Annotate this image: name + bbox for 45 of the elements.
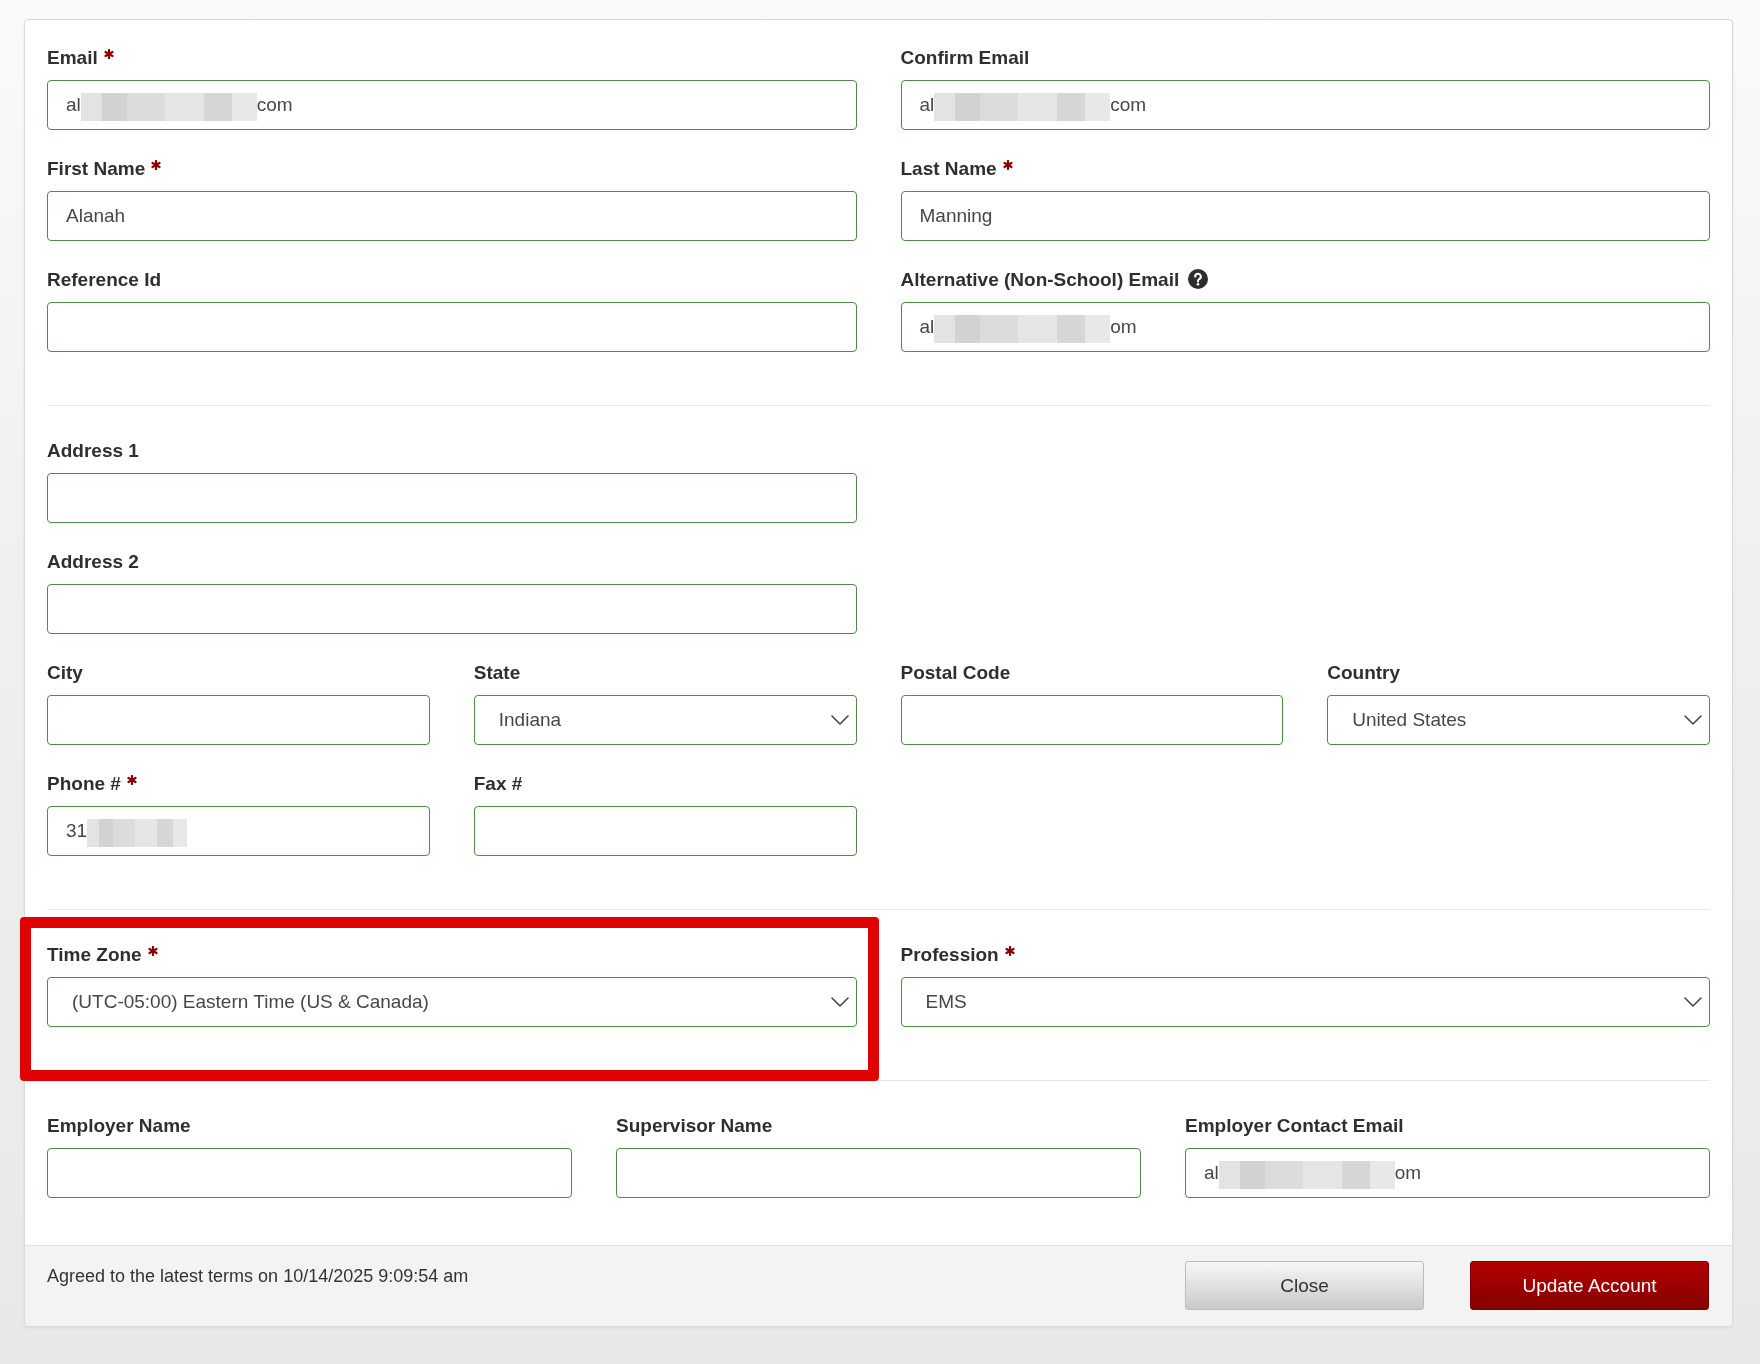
field-label: Reference Id	[47, 268, 162, 292]
chevron-down-icon	[830, 997, 849, 1007]
text-field[interactable]: Alanah	[47, 191, 857, 241]
text-field[interactable]	[900, 695, 1284, 745]
close-button[interactable]: Close	[1185, 1261, 1424, 1310]
field-label: Country	[1327, 661, 1401, 685]
update-account-button[interactable]: Update Account	[1470, 1261, 1709, 1310]
field-label: Email	[47, 46, 98, 70]
text-field[interactable]	[473, 806, 857, 856]
text-field[interactable]	[616, 1148, 1141, 1198]
text-field[interactable]	[47, 473, 857, 523]
field-label: City	[47, 661, 83, 685]
field-label: Employer Contact Email	[1185, 1114, 1404, 1138]
field-label: Employer Name	[47, 1114, 191, 1138]
field-label: Address 2	[47, 550, 139, 574]
chevron-down-icon	[1684, 715, 1702, 725]
field-label: Alternative (Non-School) Email	[900, 268, 1180, 292]
text-field[interactable]	[47, 1148, 572, 1198]
text-field[interactable]	[47, 695, 430, 745]
field-label: Postal Code	[900, 661, 1011, 685]
text-field[interactable]: al om	[1185, 1148, 1710, 1198]
field-label: Phone #	[47, 772, 121, 796]
dropdown[interactable]: Indiana	[473, 695, 857, 745]
chevron-down-icon	[830, 715, 849, 725]
text-field[interactable]: al com	[900, 80, 1710, 130]
text-field[interactable]: al om	[900, 302, 1710, 352]
field-label: State	[473, 661, 521, 685]
dropdown[interactable]: EMS	[900, 977, 1710, 1027]
text-field[interactable]: al com	[47, 80, 857, 130]
field-label: Address 1	[47, 439, 139, 463]
field-label: Time Zone	[47, 943, 142, 967]
terms-text: Agreed to the latest terms on 10/14/2025 9:09:54 am	[47, 1265, 469, 1288]
field-label: Last Name	[900, 157, 997, 181]
dropdown[interactable]: United States	[1327, 695, 1710, 745]
text-field[interactable]: 31	[47, 806, 430, 856]
text-field[interactable]: Manning	[900, 191, 1710, 241]
chevron-down-icon	[1684, 997, 1702, 1007]
field-label: First Name	[47, 157, 146, 181]
field-label: Profession	[900, 943, 999, 967]
text-field[interactable]	[47, 584, 857, 634]
field-label: Supervisor Name	[616, 1114, 773, 1138]
text-field[interactable]	[47, 302, 857, 352]
field-label: Fax #	[473, 772, 523, 796]
dropdown[interactable]: (UTC-05:00) Eastern Time (US & Canada)	[47, 977, 857, 1027]
field-label: Confirm Email	[900, 46, 1030, 70]
